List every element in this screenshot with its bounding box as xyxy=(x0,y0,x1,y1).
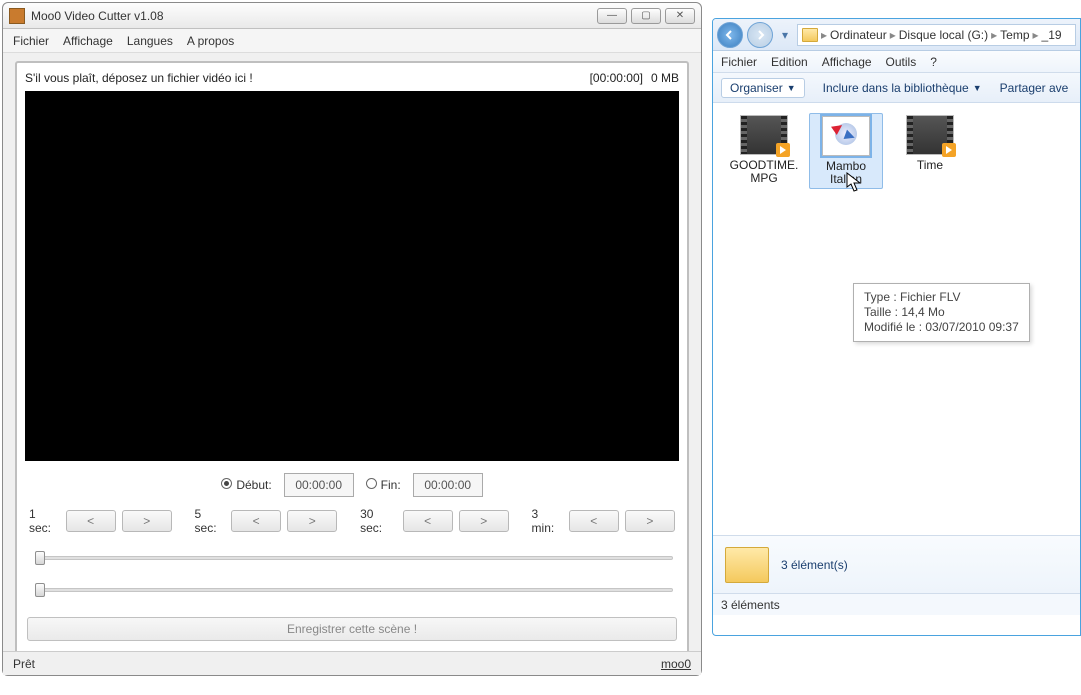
chevron-right-icon: ▸ xyxy=(821,28,827,42)
maximize-button[interactable]: ▢ xyxy=(631,8,661,24)
chevron-down-icon: ▼ xyxy=(973,83,982,93)
explorer-statusbar: 3 éléments xyxy=(713,593,1080,615)
start-slider[interactable] xyxy=(31,549,673,567)
explorer-file-pane[interactable]: GOODTIME.MPG MamboItalian Time Type : Fi… xyxy=(713,103,1080,535)
breadcrumb-temp[interactable]: Temp xyxy=(1000,28,1029,42)
end-radio[interactable]: Fin: xyxy=(366,478,401,492)
moo0-title: Moo0 Video Cutter v1.08 xyxy=(31,9,597,23)
filesize-display: 0 MB xyxy=(651,71,679,85)
menu-file[interactable]: Fichier xyxy=(13,34,49,48)
seek-5sec-back[interactable]: < xyxy=(231,510,281,532)
start-time-input[interactable] xyxy=(284,473,354,497)
exp-menu-help[interactable]: ? xyxy=(930,55,937,69)
video-drop-area[interactable] xyxy=(25,91,679,461)
file-mambo-italiano[interactable]: MamboItalian xyxy=(809,113,883,189)
timecode-display: [00:00:00] xyxy=(590,71,643,85)
exp-menu-file[interactable]: Fichier xyxy=(721,55,757,69)
menu-view[interactable]: Affichage xyxy=(63,34,113,48)
include-library-button[interactable]: Inclure dans la bibliothèque ▼ xyxy=(823,81,982,95)
exp-menu-edit[interactable]: Edition xyxy=(771,55,808,69)
seek-5sec-fwd[interactable]: > xyxy=(287,510,337,532)
moo0-window: Moo0 Video Cutter v1.08 — ▢ ✕ Fichier Af… xyxy=(2,2,702,676)
moo0-statusbar: Prêt moo0 xyxy=(3,651,701,675)
nav-history-dropdown[interactable]: ▾ xyxy=(777,25,793,45)
share-button[interactable]: Partager ave xyxy=(1000,81,1069,95)
breadcrumb-drive[interactable]: Disque local (G:) xyxy=(899,28,988,42)
end-time-input[interactable] xyxy=(413,473,483,497)
explorer-navbar: ▾ ▸ Ordinateur ▸ Disque local (G:) ▸ Tem… xyxy=(713,19,1080,51)
explorer-toolbar: Organiser ▼ Inclure dans la bibliothèque… xyxy=(713,73,1080,103)
start-radio[interactable]: Début: xyxy=(221,478,271,492)
breadcrumb-folder[interactable]: _19 xyxy=(1042,28,1062,42)
seek-3min-back[interactable]: < xyxy=(569,510,619,532)
explorer-details-pane: 3 élément(s) xyxy=(713,535,1080,593)
seek-3min-fwd[interactable]: > xyxy=(625,510,675,532)
exp-menu-tools[interactable]: Outils xyxy=(886,55,917,69)
minimize-button[interactable]: — xyxy=(597,8,627,24)
menu-about[interactable]: A propos xyxy=(187,34,234,48)
nav-back-button[interactable] xyxy=(717,22,743,48)
start-slider-thumb[interactable] xyxy=(35,551,45,565)
folder-icon xyxy=(802,28,818,42)
file-goodtime[interactable]: GOODTIME.MPG xyxy=(727,115,801,185)
moo0-app-icon xyxy=(9,8,25,24)
seek-1sec-back[interactable]: < xyxy=(66,510,116,532)
save-scene-button[interactable]: Enregistrer cette scène ! xyxy=(27,617,677,641)
details-count: 3 élément(s) xyxy=(781,558,848,572)
chevron-right-icon: ▸ xyxy=(991,28,997,42)
menu-lang[interactable]: Langues xyxy=(127,34,173,48)
status-count: 3 éléments xyxy=(721,598,780,612)
video-panel: S'il vous plaît, déposez un fichier vidé… xyxy=(15,61,689,655)
seek-1sec-fwd[interactable]: > xyxy=(122,510,172,532)
seek-5sec-label: 5 sec: xyxy=(195,507,224,535)
status-ready: Prêt xyxy=(13,657,661,671)
moo0-link[interactable]: moo0 xyxy=(661,657,691,671)
video-thumbnail-icon xyxy=(906,115,954,155)
video-thumbnail-icon xyxy=(740,115,788,155)
folder-icon xyxy=(725,547,769,583)
chevron-right-icon: ▸ xyxy=(890,28,896,42)
chevron-down-icon: ▼ xyxy=(787,83,796,93)
flv-file-icon xyxy=(822,116,870,156)
drop-prompt: S'il vous plaît, déposez un fichier vidé… xyxy=(25,71,590,85)
chevron-right-icon: ▸ xyxy=(1033,28,1039,42)
file-time[interactable]: Time xyxy=(893,115,967,172)
explorer-window: ▾ ▸ Ordinateur ▸ Disque local (G:) ▸ Tem… xyxy=(712,18,1081,636)
exp-menu-view[interactable]: Affichage xyxy=(822,55,872,69)
seek-1sec-label: 1 sec: xyxy=(29,507,58,535)
seek-30sec-fwd[interactable]: > xyxy=(459,510,509,532)
end-slider-thumb[interactable] xyxy=(35,583,45,597)
moo0-menubar: Fichier Affichage Langues A propos xyxy=(3,29,701,53)
end-slider[interactable] xyxy=(31,581,673,599)
file-tooltip: Type : Fichier FLV Taille : 14,4 Mo Modi… xyxy=(853,283,1030,342)
breadcrumb-computer[interactable]: Ordinateur xyxy=(830,28,887,42)
moo0-titlebar[interactable]: Moo0 Video Cutter v1.08 — ▢ ✕ xyxy=(3,3,701,29)
breadcrumb-bar[interactable]: ▸ Ordinateur ▸ Disque local (G:) ▸ Temp … xyxy=(797,24,1076,46)
explorer-menubar: Fichier Edition Affichage Outils ? xyxy=(713,51,1080,73)
seek-3min-label: 3 min: xyxy=(532,507,561,535)
seek-30sec-back[interactable]: < xyxy=(403,510,453,532)
seek-30sec-label: 30 sec: xyxy=(360,507,395,535)
organize-button[interactable]: Organiser ▼ xyxy=(721,78,805,98)
close-button[interactable]: ✕ xyxy=(665,8,695,24)
nav-forward-button[interactable] xyxy=(747,22,773,48)
